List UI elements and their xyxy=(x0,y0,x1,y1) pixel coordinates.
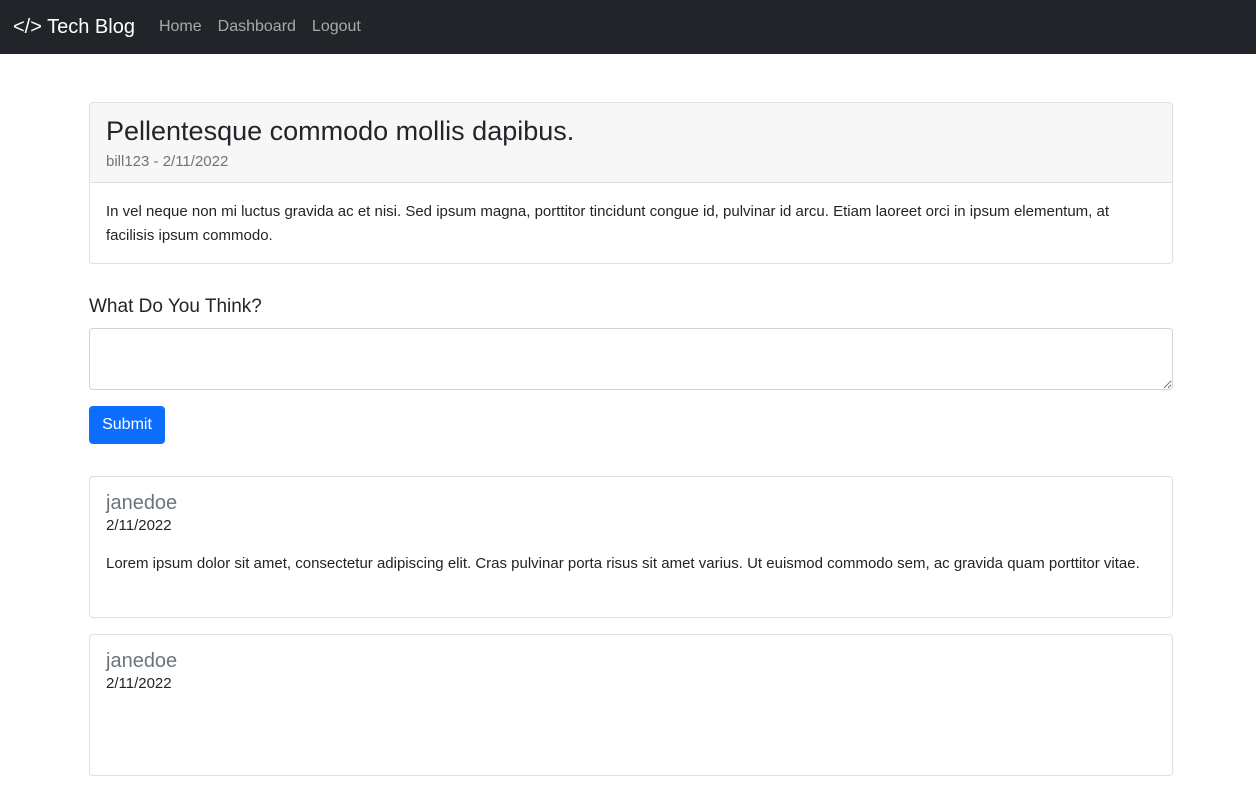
comment-date: 2/11/2022 xyxy=(106,517,172,534)
comment-card: janedoe 2/11/2022 Lorem ipsum dolor sit … xyxy=(89,476,1173,618)
comment-form: What Do You Think? Submit xyxy=(89,295,1173,444)
comment-author: janedoe xyxy=(106,650,178,672)
comment-author: janedoe xyxy=(106,492,178,514)
post-title: Pellentesque commodo mollis dapibus. xyxy=(106,116,575,146)
comment-label: What Do You Think? xyxy=(89,296,262,317)
submit-button[interactable]: Submit xyxy=(89,406,165,444)
main-content: Pellentesque commodo mollis dapibus. bil… xyxy=(89,102,1173,792)
nav-link-logout[interactable]: Logout xyxy=(312,18,361,36)
post-meta: bill123 - 2/11/2022 xyxy=(106,153,229,170)
nav-link-home[interactable]: Home xyxy=(159,18,202,36)
brand-link[interactable]: </> Tech Blog xyxy=(13,16,135,39)
comment-list: janedoe 2/11/2022 Lorem ipsum dolor sit … xyxy=(89,476,1173,776)
post-body: In vel neque non mi luctus gravida ac et… xyxy=(106,203,1110,244)
post-card: Pellentesque commodo mollis dapibus. bil… xyxy=(89,102,1173,264)
comment-date: 2/11/2022 xyxy=(106,675,172,692)
comment-card: janedoe 2/11/2022 xyxy=(89,634,1173,776)
comment-textarea[interactable] xyxy=(89,328,1173,390)
post-header: Pellentesque commodo mollis dapibus. bil… xyxy=(90,103,1172,183)
comment-text: Lorem ipsum dolor sit amet, consectetur … xyxy=(106,555,1140,572)
nav-link-dashboard[interactable]: Dashboard xyxy=(218,18,296,36)
navbar: </> Tech Blog Home Dashboard Logout xyxy=(0,0,1256,54)
